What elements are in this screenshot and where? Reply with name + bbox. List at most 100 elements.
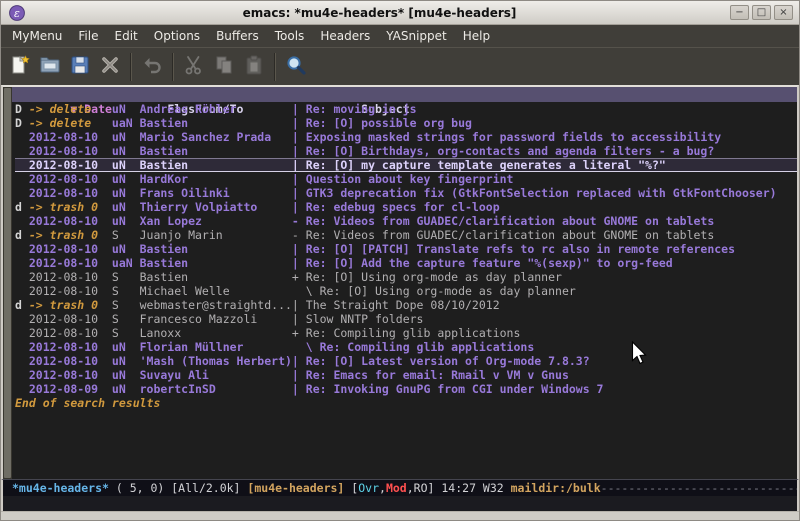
message-row[interactable]: D-> deleteuNAndreas Röhler|Re: moving in…: [15, 102, 797, 116]
message-date: 2012-08-10: [29, 214, 112, 228]
message-date: 2012-08-10: [29, 284, 112, 298]
menu-yasnippet[interactable]: YASnippet: [378, 26, 455, 46]
message-row[interactable]: d-> trash 0SJuanjo Marin-Re: Videos from…: [15, 228, 797, 242]
close-button[interactable]: ×: [774, 5, 793, 20]
message-row[interactable]: 2012-08-10SBastien+Re: [O] Using org-mod…: [15, 270, 797, 284]
message-flags: uN: [112, 242, 140, 256]
message-subject: Re: [O] Latest version of Org-mode 7.8.3…: [306, 354, 590, 368]
message-from: Bastien: [140, 116, 292, 130]
save-button[interactable]: [65, 52, 95, 82]
message-row[interactable]: 2012-08-10uNBastien|Re: [O] [PATCH] Tran…: [15, 242, 797, 256]
message-flags: uN: [112, 368, 140, 382]
message-from: Frans Oilinki: [140, 186, 292, 200]
message-date: 2012-08-10: [29, 340, 112, 354]
message-row[interactable]: 2012-08-10uNMario Sanchez Prada|Exposing…: [15, 130, 797, 144]
message-flags: uN: [112, 102, 140, 116]
maximize-button[interactable]: □: [752, 5, 771, 20]
message-row[interactable]: 2012-08-10uN'Mash (Thomas Herbert)|Re: […: [15, 354, 797, 368]
message-row[interactable]: d-> trash 0Swebmaster@straightd...|The S…: [15, 298, 797, 312]
message-flags: uN: [112, 130, 140, 144]
message-from: Mario Sanchez Prada: [140, 130, 292, 144]
tool-bar: [1, 47, 799, 85]
message-row[interactable]: D-> deleteuaNBastien|Re: [O] possible or…: [15, 116, 797, 130]
menu-file[interactable]: File: [70, 26, 106, 46]
thread-indicator: |: [292, 298, 306, 312]
search-button[interactable]: [281, 52, 311, 82]
message-date: 2012-08-10: [29, 130, 112, 144]
scrollbar-thumb[interactable]: [4, 88, 11, 478]
message-row[interactable]: 2012-08-10SLanoxx+Re: Compiling glib app…: [15, 326, 797, 340]
message-row[interactable]: 2012-08-10uNXan Lopez-Re: Videos from GU…: [15, 214, 797, 228]
echo-area[interactable]: [1, 496, 799, 511]
modeline-buffer-name: *mu4e-headers*: [12, 481, 109, 495]
toolbar-separator: [172, 53, 174, 81]
mode-line: *mu4e-headers* ( 5, 0) [All/2.0k] [mu4e-…: [1, 479, 799, 496]
message-row[interactable]: 2012-08-10SMichael Welle \ Re: [O] Using…: [15, 284, 797, 298]
undo-button: [137, 52, 167, 82]
message-row[interactable]: 2012-08-10uNFrans Oilinki|GTK3 deprecati…: [15, 186, 797, 200]
message-flags: uN: [112, 200, 140, 214]
thread-indicator: |: [292, 382, 306, 396]
undo-icon: [140, 53, 164, 81]
message-subject: \ Re: [O] Using org-mode as day planner: [306, 284, 576, 298]
scrollbar[interactable]: [3, 87, 12, 479]
toolbar-separator: [130, 53, 132, 81]
menu-help[interactable]: Help: [455, 26, 498, 46]
copy-icon: [212, 53, 236, 81]
message-subject: Re: Videos from GUADEC/clarification abo…: [306, 214, 715, 228]
open-folder-button[interactable]: [35, 52, 65, 82]
message-row[interactable]: 2012-08-10SFrancesco Mazzoli|Slow NNTP f…: [15, 312, 797, 326]
message-date: 2012-08-10: [29, 186, 112, 200]
window-frame-bottom: [1, 511, 799, 520]
message-row[interactable]: d-> trash 0uNThierry Volpiatto|Re: edebu…: [15, 200, 797, 214]
message-subject: Question about key fingerprint: [306, 172, 514, 186]
message-row[interactable]: 2012-08-10uNFlorian Müllner \ Re: Compil…: [15, 340, 797, 354]
modeline-plain: 14:27 W32: [441, 481, 510, 495]
minimize-button[interactable]: −: [730, 5, 749, 20]
modeline-plain: ,: [379, 481, 386, 495]
message-date: -> delete: [29, 116, 112, 130]
message-date: -> delete: [29, 102, 112, 116]
message-flags: S: [112, 326, 140, 340]
menu-options[interactable]: Options: [146, 26, 208, 46]
message-row[interactable]: 2012-08-10uaNBastien|Re: [O] Add the cap…: [15, 256, 797, 270]
message-row-current[interactable]: 2012-08-10uNBastien|Re: [O] my capture t…: [15, 158, 797, 172]
menu-headers[interactable]: Headers: [312, 26, 378, 46]
svg-text:ε: ε: [14, 7, 20, 20]
message-date: 2012-08-10: [29, 354, 112, 368]
message-row[interactable]: 2012-08-09uNrobertcInSD|Re: Invoking Gnu…: [15, 382, 797, 396]
message-mark: [15, 368, 29, 382]
message-flags: S: [112, 270, 140, 284]
save-icon: [68, 53, 92, 81]
message-subject: Re: [O] possible org bug: [306, 116, 472, 130]
message-subject: Exposing masked strings for password fie…: [306, 130, 721, 144]
message-subject: Re: moving in js: [306, 102, 417, 116]
message-from: 'Mash (Thomas Herbert): [140, 354, 292, 368]
message-from: Florian Müllner: [140, 340, 292, 354]
menu-edit[interactable]: Edit: [107, 26, 146, 46]
thread-indicator: -: [292, 228, 306, 242]
message-date: -> trash 0: [29, 228, 112, 242]
message-subject: Re: Compiling glib applications: [306, 326, 521, 340]
message-from: Juanjo Marin: [140, 228, 292, 242]
menu-buffers[interactable]: Buffers: [208, 26, 267, 46]
message-row[interactable]: 2012-08-10uNBastien|Re: [O] Birthdays, o…: [15, 144, 797, 158]
message-row[interactable]: 2012-08-10uNHardKor|Question about key f…: [15, 172, 797, 186]
message-mark: [15, 340, 29, 354]
message-from: Bastien: [140, 144, 292, 158]
message-mark: [15, 256, 29, 270]
message-subject: Re: edebug specs for cl-loop: [306, 200, 500, 214]
thread-indicator: |: [292, 172, 306, 186]
close-button[interactable]: [95, 52, 125, 82]
modeline-plain: ]: [428, 481, 442, 495]
menu-mymenu[interactable]: MyMenu: [4, 26, 70, 46]
message-flags: uN: [112, 172, 140, 186]
message-date: 2012-08-10: [29, 312, 112, 326]
window-title: emacs: *mu4e-headers* [mu4e-headers]: [29, 6, 730, 20]
menu-tools[interactable]: Tools: [267, 26, 313, 46]
new-file-button[interactable]: [5, 52, 35, 82]
message-row[interactable]: 2012-08-10uNSuvayu Ali|Re: Emacs for ema…: [15, 368, 797, 382]
message-mark: [15, 242, 29, 256]
message-from: Andreas Röhler: [140, 102, 292, 116]
thread-indicator: |: [292, 200, 306, 214]
